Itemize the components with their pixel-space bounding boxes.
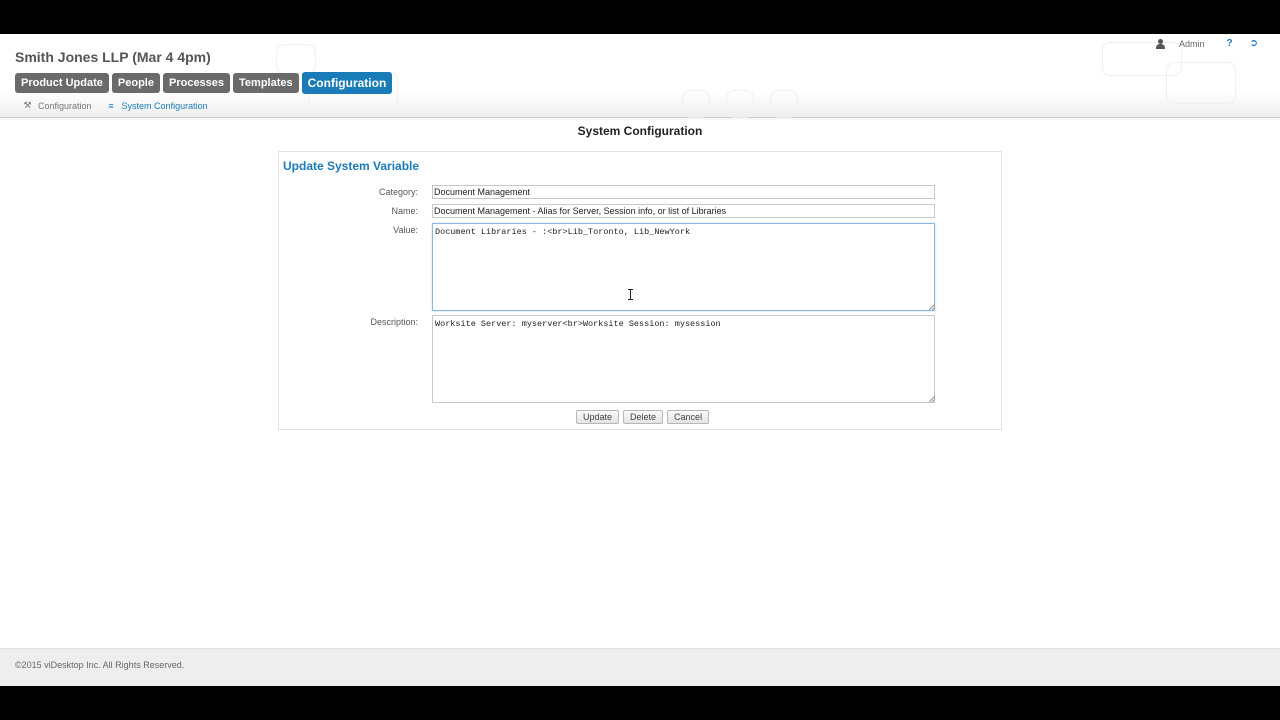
breadcrumb-label: Configuration — [38, 100, 92, 111]
breadcrumb-item-system-configuration[interactable]: ≡ System Configuration — [106, 100, 208, 111]
list-icon: ≡ — [108, 100, 114, 111]
user-icon — [1155, 38, 1165, 49]
resize-grip-icon[interactable] — [929, 396, 935, 402]
logout-icon[interactable]: ➲ — [1250, 38, 1258, 49]
breadcrumb-item-configuration[interactable]: ⚒ Configuration — [22, 100, 92, 111]
app-header: Smith Jones LLP (Mar 4 4pm) Product Upda… — [0, 34, 1280, 121]
update-variable-panel: Update System Variable Category: Name: V… — [278, 151, 1002, 430]
category-label: Category: — [378, 187, 418, 197]
form-actions: Update Delete Cancel — [576, 410, 713, 424]
decorative-shape — [726, 90, 754, 118]
main-nav: Product Update People Processes Template… — [15, 72, 395, 94]
panel-title: Update System Variable — [283, 159, 420, 173]
name-label: Name: — [391, 206, 418, 216]
category-input[interactable] — [432, 185, 935, 199]
decorative-shape — [682, 90, 710, 118]
delete-button[interactable]: Delete — [623, 410, 664, 424]
nav-product-update[interactable]: Product Update — [15, 73, 109, 93]
value-label: Value: — [393, 225, 418, 235]
resize-grip-icon[interactable] — [929, 304, 935, 310]
app-title: Smith Jones LLP (Mar 4 4pm) — [15, 49, 211, 65]
update-button[interactable]: Update — [576, 410, 620, 424]
help-icon[interactable]: ? — [1227, 38, 1233, 49]
description-textarea[interactable]: Worksite Server: myserver<br>Worksite Se… — [432, 315, 935, 403]
decorative-shape — [770, 90, 798, 118]
value-textarea[interactable]: Document Libraries - :<br>Lib_Toronto, L… — [432, 223, 935, 311]
nav-configuration[interactable]: Configuration — [301, 72, 393, 94]
nav-processes[interactable]: Processes — [162, 73, 231, 93]
decorative-shape — [276, 44, 316, 74]
copyright-text: ©2015 viDesktop Inc. All Rights Reserved… — [15, 660, 185, 670]
description-label: Description: — [370, 317, 418, 327]
text-cursor-icon — [628, 289, 633, 300]
decorative-shape — [1166, 62, 1236, 104]
app-window: Smith Jones LLP (Mar 4 4pm) Product Upda… — [0, 34, 1280, 686]
tools-icon: ⚒ — [23, 100, 32, 110]
user-name[interactable]: Admin — [1179, 39, 1205, 49]
page-title: System Configuration — [577, 124, 703, 138]
name-input[interactable] — [432, 204, 935, 218]
breadcrumb: ⚒ Configuration ≡ System Configuration — [22, 100, 222, 111]
footer: ©2015 viDesktop Inc. All Rights Reserved… — [0, 648, 1280, 686]
nav-templates[interactable]: Templates — [233, 73, 299, 93]
breadcrumb-label: System Configuration — [121, 100, 208, 111]
nav-people[interactable]: People — [111, 73, 160, 93]
cancel-button[interactable]: Cancel — [667, 410, 710, 424]
user-area: Admin ? ➲ — [1155, 38, 1258, 49]
